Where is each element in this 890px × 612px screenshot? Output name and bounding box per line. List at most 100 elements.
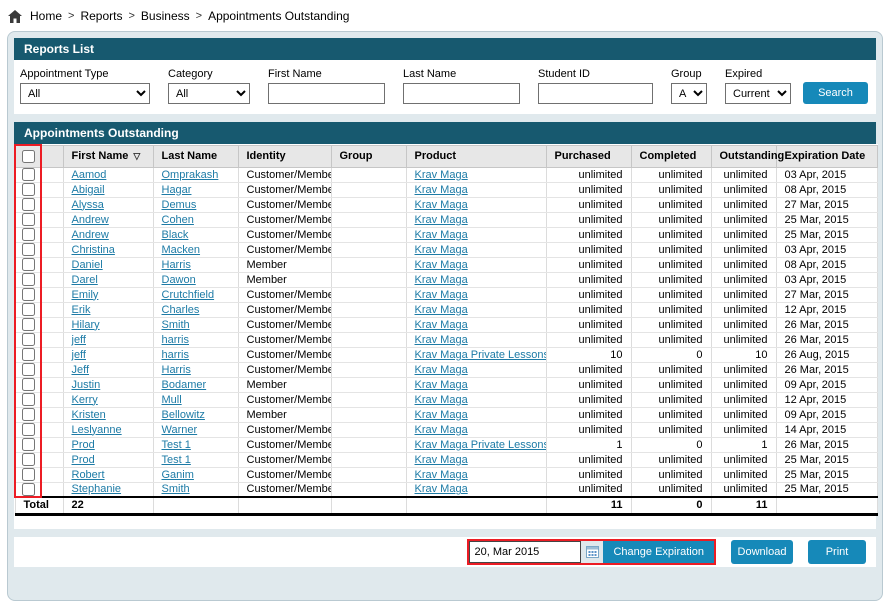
first-name-link[interactable]: Andrew	[72, 214, 109, 226]
row-checkbox[interactable]	[22, 273, 35, 286]
last-name-link[interactable]: Smith	[162, 319, 190, 331]
appointment-type-select[interactable]: All	[20, 83, 150, 104]
first-name-link[interactable]: Hilary	[72, 319, 100, 331]
product-link[interactable]: Krav Maga	[415, 304, 468, 316]
expired-select[interactable]: Current	[725, 83, 791, 104]
group-select[interactable]: All	[671, 83, 707, 104]
sort-descending-icon[interactable]: ▽	[133, 151, 140, 161]
row-checkbox[interactable]	[22, 303, 35, 316]
last-name-link[interactable]: Cohen	[162, 214, 194, 226]
first-name-link[interactable]: Daniel	[72, 259, 103, 271]
last-name-link[interactable]: Ganim	[162, 469, 194, 481]
product-link[interactable]: Krav Maga Private Lessons	[415, 439, 547, 451]
first-name-link[interactable]: jeff	[72, 334, 86, 346]
row-checkbox[interactable]	[22, 213, 35, 226]
first-name-link[interactable]: Robert	[72, 469, 105, 481]
product-link[interactable]: Krav Maga	[415, 334, 468, 346]
last-name-link[interactable]: Black	[162, 229, 189, 241]
column-header-identity[interactable]: Identity	[238, 145, 331, 167]
column-header-purchased[interactable]: Purchased	[546, 145, 631, 167]
last-name-input[interactable]	[403, 83, 520, 104]
product-link[interactable]: Krav Maga	[415, 229, 468, 241]
row-checkbox[interactable]	[22, 198, 35, 211]
select-all-checkbox[interactable]	[22, 150, 35, 163]
print-button[interactable]: Print	[808, 540, 866, 564]
row-checkbox[interactable]	[22, 378, 35, 391]
row-checkbox[interactable]	[22, 468, 35, 481]
first-name-link[interactable]: jeff	[72, 349, 86, 361]
first-name-link[interactable]: Erik	[72, 304, 91, 316]
calendar-icon[interactable]	[581, 541, 603, 563]
first-name-link[interactable]: Christina	[72, 244, 115, 256]
first-name-link[interactable]: Emily	[72, 289, 99, 301]
product-link[interactable]: Krav Maga	[415, 409, 468, 421]
last-name-link[interactable]: Bellowitz	[162, 409, 205, 421]
last-name-link[interactable]: Bodamer	[162, 379, 207, 391]
product-link[interactable]: Krav Maga	[415, 364, 468, 376]
row-checkbox[interactable]	[22, 408, 35, 421]
row-checkbox[interactable]	[22, 228, 35, 241]
row-checkbox[interactable]	[22, 168, 35, 181]
breadcrumb-home[interactable]: Home	[30, 9, 62, 23]
row-checkbox[interactable]	[22, 183, 35, 196]
first-name-link[interactable]: Stephanie	[72, 483, 122, 495]
row-checkbox[interactable]	[22, 333, 35, 346]
expiration-date-input[interactable]	[469, 541, 581, 563]
column-header-completed[interactable]: Completed	[631, 145, 711, 167]
last-name-link[interactable]: Dawon	[162, 274, 196, 286]
product-link[interactable]: Krav Maga	[415, 244, 468, 256]
student-id-input[interactable]	[538, 83, 653, 104]
first-name-link[interactable]: Prod	[72, 439, 95, 451]
product-link[interactable]: Krav Maga	[415, 184, 468, 196]
row-checkbox[interactable]	[22, 393, 35, 406]
first-name-input[interactable]	[268, 83, 385, 104]
row-checkbox[interactable]	[22, 348, 35, 361]
first-name-link[interactable]: Alyssa	[72, 199, 104, 211]
first-name-link[interactable]: Leslyanne	[72, 424, 122, 436]
product-link[interactable]: Krav Maga	[415, 454, 468, 466]
product-link[interactable]: Krav Maga	[415, 319, 468, 331]
product-link[interactable]: Krav Maga Private Lessons	[415, 349, 547, 361]
last-name-link[interactable]: Test 1	[162, 454, 191, 466]
last-name-link[interactable]: harris	[162, 349, 190, 361]
product-link[interactable]: Krav Maga	[415, 394, 468, 406]
last-name-link[interactable]: Charles	[162, 304, 200, 316]
product-link[interactable]: Krav Maga	[415, 379, 468, 391]
product-link[interactable]: Krav Maga	[415, 199, 468, 211]
first-name-link[interactable]: Abigail	[72, 184, 105, 196]
product-link[interactable]: Krav Maga	[415, 259, 468, 271]
last-name-link[interactable]: Crutchfield	[162, 289, 215, 301]
product-link[interactable]: Krav Maga	[415, 424, 468, 436]
first-name-link[interactable]: Darel	[72, 274, 98, 286]
row-checkbox[interactable]	[22, 423, 35, 436]
last-name-link[interactable]: Macken	[162, 244, 201, 256]
product-link[interactable]: Krav Maga	[415, 274, 468, 286]
last-name-link[interactable]: harris	[162, 334, 190, 346]
last-name-link[interactable]: Mull	[162, 394, 182, 406]
first-name-link[interactable]: Kerry	[72, 394, 98, 406]
product-link[interactable]: Krav Maga	[415, 214, 468, 226]
last-name-link[interactable]: Hagar	[162, 184, 192, 196]
column-header-outstanding[interactable]: Outstanding	[711, 145, 776, 167]
last-name-link[interactable]: Warner	[162, 424, 198, 436]
download-button[interactable]: Download	[731, 540, 793, 564]
first-name-link[interactable]: Justin	[72, 379, 101, 391]
last-name-link[interactable]: Smith	[162, 483, 190, 495]
row-checkbox[interactable]	[22, 243, 35, 256]
column-header-expiration-date[interactable]: Expiration Date	[776, 145, 877, 167]
breadcrumb-reports[interactable]: Reports	[80, 9, 122, 23]
product-link[interactable]: Krav Maga	[415, 289, 468, 301]
first-name-link[interactable]: Andrew	[72, 229, 109, 241]
row-checkbox[interactable]	[22, 258, 35, 271]
product-link[interactable]: Krav Maga	[415, 483, 468, 495]
column-header-first-name[interactable]: First Name▽	[63, 145, 153, 167]
change-expiration-button[interactable]: Change Expiration	[603, 541, 714, 563]
first-name-link[interactable]: Jeff	[72, 364, 90, 376]
last-name-link[interactable]: Harris	[162, 364, 191, 376]
search-button[interactable]: Search	[803, 82, 868, 104]
column-header-product[interactable]: Product	[406, 145, 546, 167]
column-header-last-name[interactable]: Last Name	[153, 145, 238, 167]
row-checkbox[interactable]	[22, 438, 35, 451]
product-link[interactable]: Krav Maga	[415, 169, 468, 181]
first-name-link[interactable]: Kristen	[72, 409, 106, 421]
